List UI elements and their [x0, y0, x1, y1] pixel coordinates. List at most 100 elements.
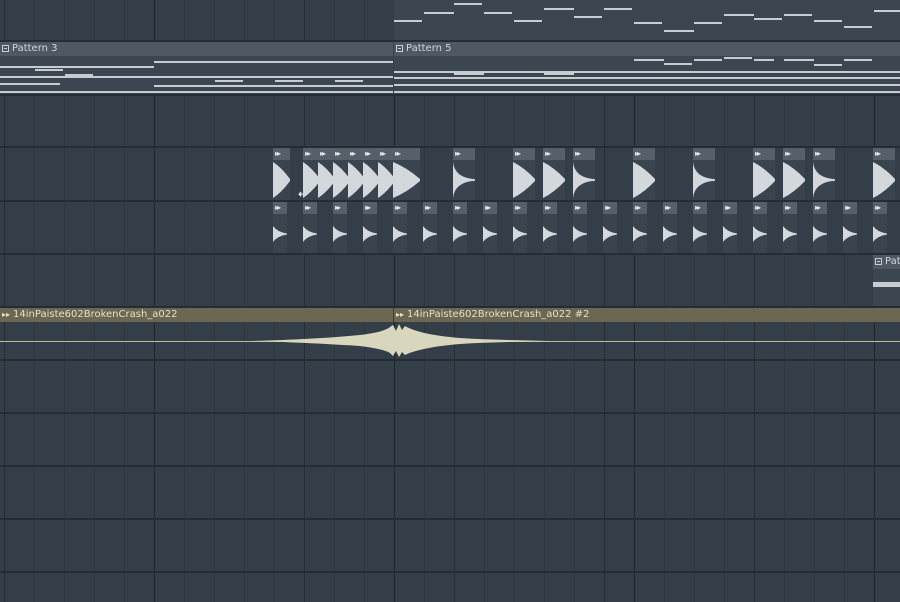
- sample-clip-header[interactable]: ▸▸: [633, 148, 655, 160]
- note: [0, 66, 154, 68]
- sample-clip-header[interactable]: ▸▸: [543, 202, 557, 214]
- sample-clip[interactable]: ▸▸: [753, 202, 767, 253]
- sample-clip-header[interactable]: ▸▸: [303, 202, 317, 214]
- note: [65, 74, 93, 76]
- sample-clip-header[interactable]: ▸▸: [603, 202, 617, 214]
- sample-waveform: [453, 162, 475, 198]
- sample-clip-body: [813, 214, 827, 253]
- sample-clip[interactable]: ▸▸: [573, 202, 587, 253]
- note: [874, 10, 900, 12]
- sample-clip[interactable]: ▸▸: [873, 148, 895, 200]
- audio-clip-1-header[interactable]: ▸▸ 14inPaiste602BrokenCrash_a022: [0, 308, 393, 322]
- sample-clip-header[interactable]: ▸▸: [663, 202, 677, 214]
- sample-clip[interactable]: ▸▸: [543, 148, 565, 200]
- sample-clip[interactable]: ▸▸: [423, 202, 437, 253]
- sample-clip-body: [693, 160, 715, 200]
- sample-clip[interactable]: ▸▸: [723, 202, 737, 253]
- sample-clip[interactable]: ▸▸: [813, 148, 835, 200]
- sample-waveform: [873, 226, 887, 242]
- audio-clip-arrow-icon: ▸▸: [515, 203, 521, 212]
- note: [394, 91, 900, 93]
- sample-clip-header[interactable]: ▸▸: [273, 148, 290, 160]
- playlist-grid[interactable]: Pattern 3 Pattern 5 Pat ▸▸ 14inPaiste602…: [0, 0, 900, 602]
- sample-clip-header[interactable]: ▸▸: [693, 202, 707, 214]
- sample-clip-header[interactable]: ▸▸: [483, 202, 497, 214]
- sample-waveform: [723, 226, 737, 242]
- sample-clip-header[interactable]: ▸▸: [273, 202, 287, 214]
- sample-clip[interactable]: ▸▸: [303, 202, 317, 253]
- sample-clip[interactable]: ▸▸: [513, 148, 535, 200]
- sample-clip[interactable]: ▸▸: [603, 202, 617, 253]
- sample-clip-header[interactable]: ▸▸: [693, 148, 715, 160]
- sample-clip[interactable]: ▸▸: [333, 202, 347, 253]
- sample-clip-header[interactable]: ▸▸: [453, 202, 467, 214]
- sample-clip-header[interactable]: ▸▸: [633, 202, 647, 214]
- sample-clip-header[interactable]: ▸▸: [873, 202, 887, 214]
- sample-clip[interactable]: ▸▸: [873, 202, 887, 253]
- pattern-3-clip-body[interactable]: [0, 56, 393, 94]
- sample-clip[interactable]: ▸▸: [513, 202, 527, 253]
- sample-clip-header[interactable]: ▸▸: [813, 202, 827, 214]
- sample-clip[interactable]: ▸▸: [363, 202, 377, 253]
- sample-clip-header[interactable]: ▸▸: [513, 148, 535, 160]
- pattern-5-clip-body[interactable]: [394, 56, 900, 94]
- sample-clip[interactable]: ▸▸: [753, 148, 775, 200]
- sample-clip[interactable]: ▸▸: [393, 202, 407, 253]
- sample-waveform: [483, 226, 497, 242]
- pattern-clip-body[interactable]: [394, 0, 900, 40]
- sample-waveform: [813, 226, 827, 242]
- sample-clip[interactable]: ▸▸: [273, 202, 287, 253]
- sample-clip[interactable]: ▸▸: [483, 202, 497, 253]
- audio-clip-arrow-icon: ▸▸: [2, 310, 11, 319]
- sample-clip-header[interactable]: ▸▸: [333, 202, 347, 214]
- sample-clip-header[interactable]: ▸▸: [753, 148, 775, 160]
- sample-clip[interactable]: ▸▸: [783, 148, 805, 200]
- sample-clip-header[interactable]: ▸▸: [393, 148, 420, 160]
- sample-clip-header[interactable]: ▸▸: [393, 202, 407, 214]
- sample-clip[interactable]: ▸▸: [543, 202, 557, 253]
- sample-clip-header[interactable]: ▸▸: [363, 202, 377, 214]
- track-separator: [0, 94, 900, 96]
- sample-clip[interactable]: ▸▸: [633, 148, 655, 200]
- sample-waveform: [453, 226, 467, 242]
- sample-clip-header[interactable]: ▸▸: [783, 148, 805, 160]
- sample-waveform: [813, 162, 835, 198]
- sample-clip[interactable]: ▸▸: [633, 202, 647, 253]
- sample-clip-header[interactable]: ▸▸: [543, 148, 565, 160]
- track-separator: [0, 518, 900, 520]
- pattern-partial-clip-header[interactable]: Pat: [873, 255, 900, 269]
- sample-clip-header[interactable]: ▸▸: [843, 202, 857, 214]
- note: [0, 83, 60, 85]
- sample-clip-body: [783, 214, 797, 253]
- note: [634, 22, 662, 24]
- sample-clip[interactable]: ▸▸: [843, 202, 857, 253]
- sample-clip[interactable]: ▸▸: [693, 148, 715, 200]
- sample-clip[interactable]: ▸▸: [453, 202, 467, 253]
- sample-clip[interactable]: ▸▸: [783, 202, 797, 253]
- sample-clip-header[interactable]: ▸▸: [723, 202, 737, 214]
- sample-clip-header[interactable]: ▸▸: [783, 202, 797, 214]
- pattern-partial-clip-body[interactable]: [873, 269, 900, 306]
- sample-clip[interactable]: ▸▸: [813, 202, 827, 253]
- sample-clip-header[interactable]: ▸▸: [873, 148, 895, 160]
- sample-clip[interactable]: ▸▸: [693, 202, 707, 253]
- sample-clip-header[interactable]: ▸▸: [513, 202, 527, 214]
- pattern-3-clip-header[interactable]: Pattern 3: [0, 42, 393, 56]
- sample-clip[interactable]: ▸▸: [453, 148, 475, 200]
- sample-clip[interactable]: ▸▸: [663, 202, 677, 253]
- sample-clip[interactable]: ▸▸: [573, 148, 595, 200]
- sample-clip-header[interactable]: ▸▸: [813, 148, 835, 160]
- sample-clip-header[interactable]: ▸▸: [573, 148, 595, 160]
- audio-clip-arrow-icon: ▸▸: [755, 203, 761, 212]
- sample-clip-header[interactable]: ▸▸: [573, 202, 587, 214]
- sample-clip[interactable]: ▸▸: [273, 148, 290, 200]
- audio-clip-2-header[interactable]: ▸▸ 14inPaiste602BrokenCrash_a022 #2: [394, 308, 900, 322]
- sample-clip[interactable]: ▸▸: [393, 148, 420, 200]
- audio-clip-arrow-icon: ▸▸: [875, 203, 881, 212]
- sample-clip-body: [753, 160, 775, 200]
- sample-clip-header[interactable]: ▸▸: [753, 202, 767, 214]
- sample-clip-header[interactable]: ▸▸: [453, 148, 475, 160]
- sample-clip-header[interactable]: ▸▸: [423, 202, 437, 214]
- pattern-5-clip-header[interactable]: Pattern 5: [394, 42, 900, 56]
- audio-clip-arrow-icon: ▸▸: [455, 203, 461, 212]
